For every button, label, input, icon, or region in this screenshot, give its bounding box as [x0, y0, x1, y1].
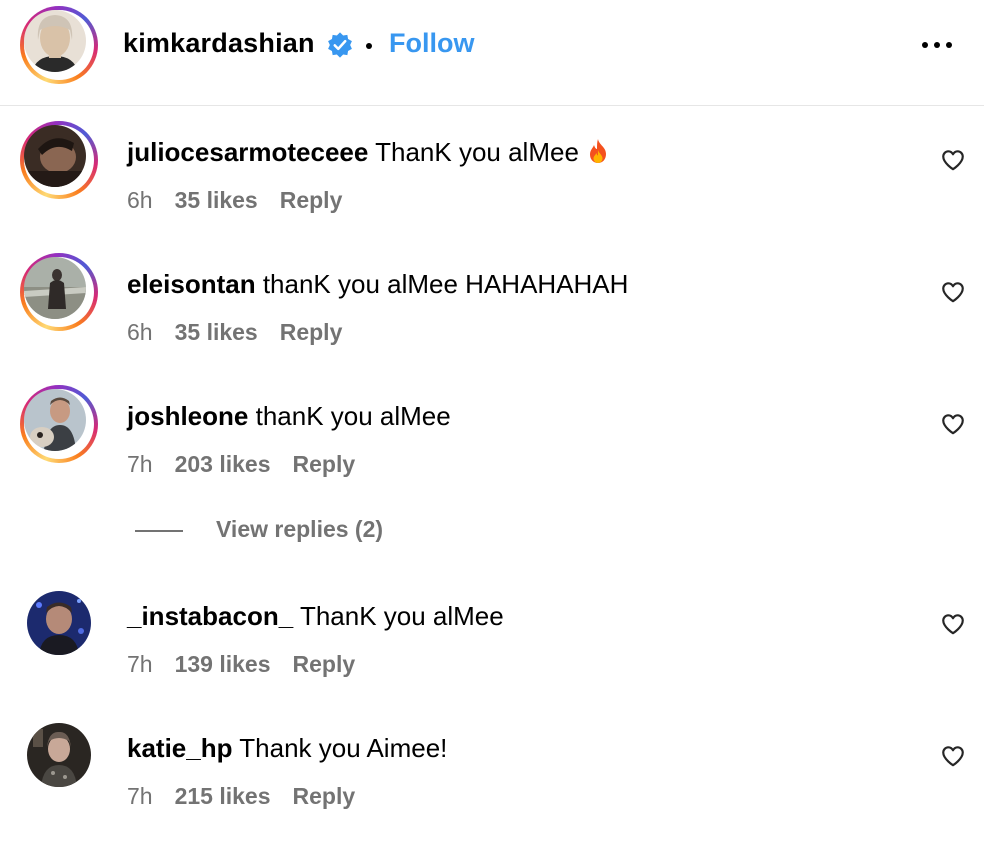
follow-button[interactable]: Follow	[389, 28, 474, 59]
author-username[interactable]: kimkardashian	[123, 28, 315, 59]
replies-divider-line	[135, 530, 183, 532]
comment-text: joshleone thanK you alMee	[127, 401, 451, 432]
comment-item: joshleone thanK you alMee 7h 203 likes Rep…	[0, 385, 984, 517]
commenter-avatar[interactable]	[20, 253, 98, 331]
comment-item: eleisontan thanK you alMee HAHAHAHAH 6h 3…	[0, 253, 984, 385]
comment-body: Thank you Aimee!	[239, 733, 448, 763]
heart-outline-icon[interactable]	[940, 147, 966, 173]
comment-text: eleisontan thanK you alMee HAHAHAHAH	[127, 269, 628, 300]
comment-meta: 7h 203 likes Reply	[127, 451, 355, 478]
comment-meta: 7h 139 likes Reply	[127, 651, 355, 678]
comment-text: juliocesarmoteceee ThanK you alMee	[127, 137, 610, 168]
comment-body: ThanK you alMee	[299, 601, 504, 631]
comment-body: thanK you alMee	[255, 401, 451, 431]
comment-text: _instabacon_ ThanK you alMee	[127, 601, 504, 632]
heart-outline-icon[interactable]	[940, 411, 966, 437]
fire-emoji-icon	[590, 139, 607, 163]
author-avatar[interactable]	[20, 6, 98, 84]
comment-username[interactable]: juliocesarmoteceee	[127, 137, 368, 167]
comment-item: juliocesarmoteceee ThanK you alMee 6h 35 …	[0, 121, 984, 253]
comment-time[interactable]: 7h	[127, 783, 153, 809]
comment-likes[interactable]: 35 likes	[175, 319, 258, 345]
comment-username[interactable]: _instabacon_	[127, 601, 293, 631]
commenter-avatar[interactable]	[27, 591, 91, 655]
comment-likes[interactable]: 139 likes	[175, 651, 271, 677]
comment-item: _instabacon_ ThanK you alMee 7h 139 likes…	[0, 585, 984, 717]
comment-username[interactable]: joshleone	[127, 401, 248, 431]
comment-time[interactable]: 7h	[127, 451, 153, 477]
separator-dot	[366, 43, 372, 49]
comment-meta: 6h 35 likes Reply	[127, 187, 342, 214]
more-options-icon[interactable]	[918, 38, 956, 52]
comment-meta: 7h 215 likes Reply	[127, 783, 355, 810]
comment-username[interactable]: eleisontan	[127, 269, 256, 299]
heart-outline-icon[interactable]	[940, 743, 966, 769]
reply-button[interactable]: Reply	[280, 187, 343, 213]
commenter-avatar[interactable]	[20, 385, 98, 463]
comment-likes[interactable]: 215 likes	[175, 783, 271, 809]
reply-button[interactable]: Reply	[280, 319, 343, 345]
verified-badge-icon	[328, 32, 352, 58]
comment-body: thanK you alMee HAHAHAHAH	[262, 269, 629, 299]
comment-meta: 6h 35 likes Reply	[127, 319, 342, 346]
reply-button[interactable]: Reply	[293, 651, 356, 677]
reply-button[interactable]: Reply	[293, 451, 356, 477]
commenter-avatar[interactable]	[27, 723, 91, 787]
comment-likes[interactable]: 35 likes	[175, 187, 258, 213]
comment-item: katie_hp Thank you Aimee! 7h 215 likes Rep…	[0, 717, 984, 849]
heart-outline-icon[interactable]	[940, 611, 966, 637]
reply-button[interactable]: Reply	[293, 783, 356, 809]
comment-time[interactable]: 6h	[127, 319, 153, 345]
comment-username[interactable]: katie_hp	[127, 733, 233, 763]
comment-likes[interactable]: 203 likes	[175, 451, 271, 477]
post-header: kimkardashian Follow	[0, 0, 984, 106]
comment-body: ThanK you alMee	[375, 137, 579, 167]
view-replies-label: View replies (2)	[216, 516, 384, 542]
commenter-avatar[interactable]	[20, 121, 98, 199]
comment-time[interactable]: 6h	[127, 187, 153, 213]
comment-text: katie_hp Thank you Aimee!	[127, 733, 447, 764]
comment-time[interactable]: 7h	[127, 651, 153, 677]
heart-outline-icon[interactable]	[940, 279, 966, 305]
